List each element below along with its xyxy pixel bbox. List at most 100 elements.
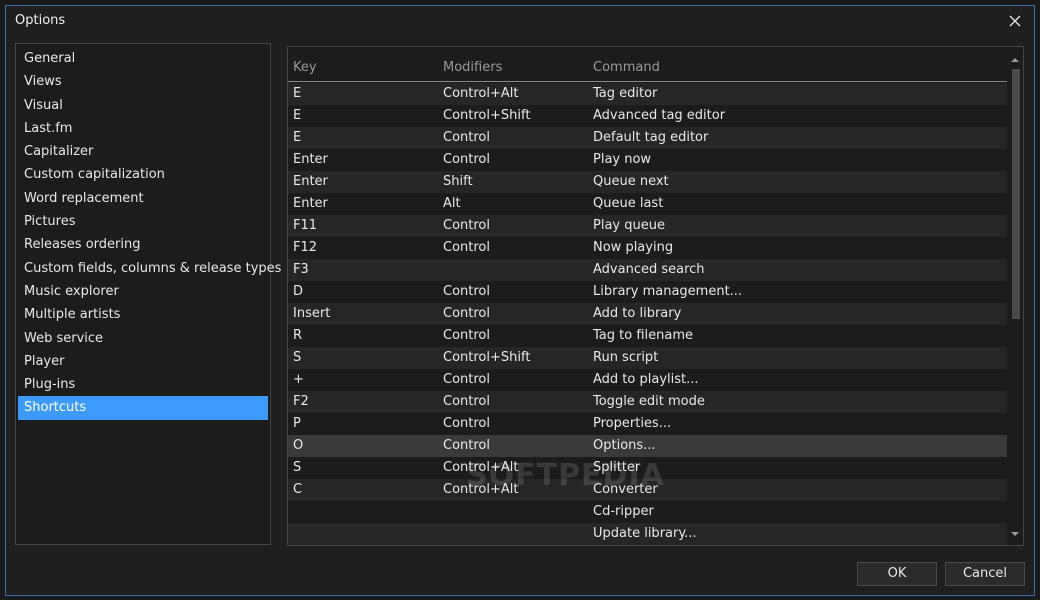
cell-command: Now playing (593, 240, 674, 255)
cell-command: Play now (593, 152, 652, 167)
cell-modifiers: Control (443, 152, 490, 167)
close-button[interactable] (1002, 9, 1028, 33)
cell-modifiers: Control+Alt (443, 86, 519, 101)
options-window: Options General Views Visual Last.fm Capital… (5, 5, 1035, 596)
column-header-key[interactable]: Key (293, 60, 317, 75)
table-row[interactable]: Cd-ripper (288, 501, 1007, 523)
cell-key: E (293, 86, 302, 101)
window-title: Options (15, 13, 66, 28)
header-divider (288, 81, 1007, 82)
cell-command: Options... (593, 438, 656, 453)
cell-key: F2 (293, 394, 309, 409)
cell-command: Tag editor (593, 86, 658, 101)
table-row[interactable]: D Control Library management... (288, 281, 1007, 303)
cell-key: C (293, 482, 303, 497)
cell-modifiers: Control (443, 130, 490, 145)
cell-modifiers: Control (443, 306, 490, 321)
cell-key: Enter (293, 174, 328, 189)
cell-command: Advanced search (593, 262, 705, 277)
cell-command: Library management... (593, 284, 743, 299)
cell-key: E (293, 130, 302, 145)
cell-command: Add to library (593, 306, 682, 321)
title-bar: Options (6, 6, 1034, 36)
watermark: SOFTPEDIA (466, 458, 665, 493)
sidebar-item-visual[interactable]: Visual (18, 94, 268, 117)
cell-modifiers: Control (443, 416, 490, 431)
cell-command: Add to playlist... (593, 372, 699, 387)
vertical-scrollbar[interactable] (1007, 47, 1023, 545)
ok-button[interactable]: OK (857, 562, 937, 586)
cell-key: P (293, 416, 301, 431)
table-row[interactable]: F3 Advanced search (288, 259, 1007, 281)
sidebar-item-releases-ordering[interactable]: Releases ordering (18, 233, 268, 256)
cell-key: F11 (293, 218, 318, 233)
cell-key: + (293, 372, 304, 387)
sidebar-item-music-explorer[interactable]: Music explorer (18, 280, 268, 303)
cell-modifiers: Control (443, 372, 490, 387)
sidebar-item-player[interactable]: Player (18, 350, 268, 373)
column-header-modifiers[interactable]: Modifiers (443, 60, 502, 75)
table-row[interactable]: Insert Control Add to library (288, 303, 1007, 325)
cell-command: Cd-ripper (593, 504, 654, 519)
sidebar-item-general[interactable]: General (18, 47, 268, 70)
sidebar-item-pictures[interactable]: Pictures (18, 210, 268, 233)
cell-key: O (293, 438, 304, 453)
cell-command: Advanced tag editor (593, 108, 726, 123)
table-row[interactable]: Enter Alt Queue last (288, 193, 1007, 215)
cell-key: D (293, 284, 304, 299)
sidebar-item-plug-ins[interactable]: Plug-ins (18, 373, 268, 396)
sidebar-item-custom-fields-columns-release-types[interactable]: Custom fields, columns & release types (18, 257, 281, 280)
table-row[interactable]: R Control Tag to filename (288, 325, 1007, 347)
chevron-down-icon[interactable] (1010, 529, 1020, 539)
sidebar-item-multiple-artists[interactable]: Multiple artists (18, 303, 268, 326)
sidebar-item-views[interactable]: Views (18, 70, 268, 93)
cell-modifiers: Control+Shift (443, 350, 531, 365)
sidebar-item-web-service[interactable]: Web service (18, 327, 268, 350)
cell-command: Tag to filename (593, 328, 693, 343)
cell-command: Toggle edit mode (593, 394, 705, 409)
table-row[interactable]: F11 Control Play queue (288, 215, 1007, 237)
column-header-command[interactable]: Command (593, 60, 660, 75)
sidebar-item-word-replacement[interactable]: Word replacement (18, 187, 268, 210)
cell-key: E (293, 108, 302, 123)
cell-modifiers: Control (443, 240, 490, 255)
cancel-button[interactable]: Cancel (945, 562, 1025, 586)
cell-modifiers: Control+Shift (443, 108, 531, 123)
cell-key: F3 (293, 262, 309, 277)
table-row[interactable]: E Control+Alt Tag editor (288, 83, 1007, 105)
cell-command: Play queue (593, 218, 665, 233)
cell-modifiers: Control (443, 394, 490, 409)
chevron-up-icon[interactable] (1010, 55, 1020, 65)
cell-key: Insert (293, 306, 331, 321)
cell-key: Enter (293, 196, 328, 211)
cell-key: F12 (293, 240, 318, 255)
table-row[interactable]: P Control Properties... (288, 413, 1007, 435)
table-row[interactable]: + Control Add to playlist... (288, 369, 1007, 391)
table-row[interactable]: F2 Control Toggle edit mode (288, 391, 1007, 413)
cell-modifiers: Control (443, 438, 490, 453)
sidebar-item-last-fm[interactable]: Last.fm (18, 117, 268, 140)
table-row[interactable]: S Control+Shift Run script (288, 347, 1007, 369)
table-row[interactable]: Update library... (288, 523, 1007, 545)
close-icon (1009, 15, 1021, 27)
sidebar-item-capitalizer[interactable]: Capitalizer (18, 140, 268, 163)
cell-modifiers: Shift (443, 174, 473, 189)
cell-key: S (293, 350, 302, 365)
table-header: Key Modifiers Command (288, 47, 1007, 82)
table-row[interactable]: Enter Control Play now (288, 149, 1007, 171)
scrollbar-thumb[interactable] (1012, 69, 1020, 319)
table-row[interactable]: E Control+Shift Advanced tag editor (288, 105, 1007, 127)
cell-command: Run script (593, 350, 659, 365)
table-row[interactable]: E Control Default tag editor (288, 127, 1007, 149)
cell-modifiers: Control (443, 218, 490, 233)
sidebar-item-custom-capitalization[interactable]: Custom capitalization (18, 163, 268, 186)
table-row[interactable]: Enter Shift Queue next (288, 171, 1007, 193)
sidebar-item-shortcuts[interactable]: Shortcuts (18, 396, 268, 420)
cell-key: R (293, 328, 303, 343)
cell-key: S (293, 460, 302, 475)
cell-modifiers: Control (443, 284, 490, 299)
table-row[interactable]: O Control Options... (288, 435, 1007, 457)
cell-command: Update library... (593, 526, 697, 541)
table-row[interactable]: F12 Control Now playing (288, 237, 1007, 259)
cell-command: Properties... (593, 416, 672, 431)
